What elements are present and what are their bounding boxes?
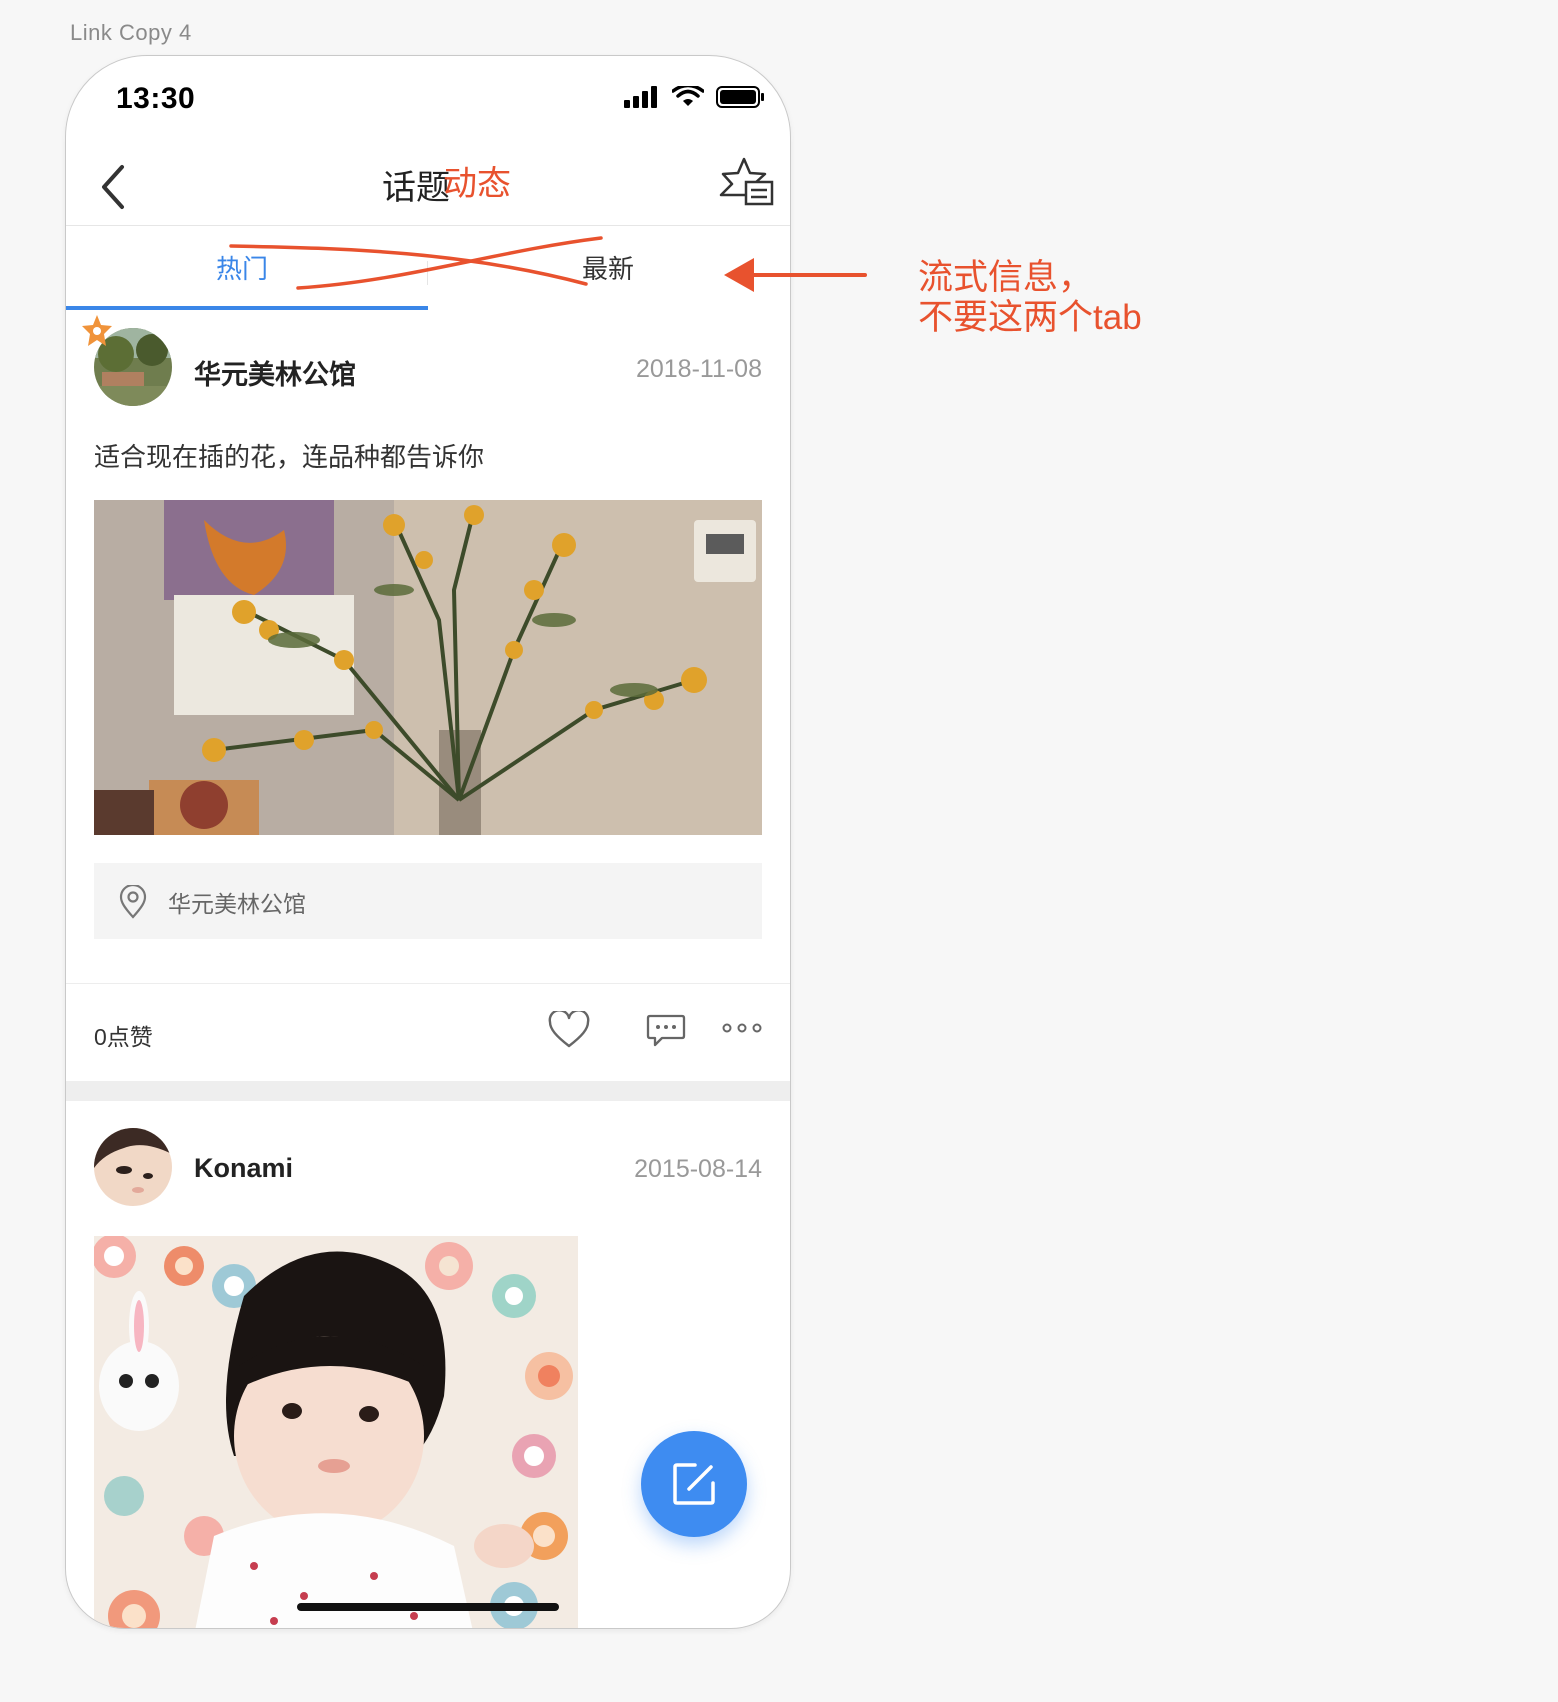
- annotation-arrow: [724, 258, 867, 292]
- heart-icon[interactable]: [548, 1011, 590, 1049]
- post-date: 2015-08-14: [634, 1155, 762, 1183]
- edit-icon: [673, 1463, 715, 1505]
- location-bar[interactable]: 华元美林公馆: [94, 863, 762, 939]
- annotation-note: 流式信息， 不要这两个tab: [918, 258, 1142, 338]
- page-title: 话题: [66, 160, 790, 209]
- status-time: 13:30: [116, 82, 196, 115]
- annotation-line1: 流式信息，: [918, 258, 1094, 297]
- likes-count: 0点赞: [94, 1024, 153, 1050]
- battery-icon: [716, 86, 764, 108]
- artboard-label: Link Copy 4: [70, 20, 192, 45]
- home-indicator: [297, 1603, 559, 1611]
- star-list-icon[interactable]: [718, 155, 776, 213]
- more-icon[interactable]: [722, 1022, 762, 1034]
- post-text: 适合现在插的花，连品种都告诉你: [94, 442, 485, 472]
- status-icons: [624, 86, 764, 108]
- phone-screen: 13:30 话题 动态 热门 最新 华元美林公馆 2018-11-08 适合现在…: [65, 55, 791, 1629]
- divider: [66, 983, 790, 984]
- location-pin-icon: [119, 885, 147, 919]
- comment-icon[interactable]: [646, 1012, 686, 1048]
- star-badge-icon: [82, 315, 112, 346]
- avatar[interactable]: [94, 1128, 172, 1206]
- signal-icon: [624, 86, 657, 108]
- compose-button[interactable]: [641, 1431, 747, 1537]
- post-username[interactable]: Konami: [194, 1153, 293, 1184]
- location-text: 华元美林公馆: [168, 891, 306, 917]
- post-divider-band: [66, 1081, 790, 1101]
- strike-through-mark: [229, 236, 603, 290]
- post-photo[interactable]: [94, 1236, 578, 1628]
- post-date: 2018-11-08: [635, 355, 762, 383]
- page-title-original: 话题: [382, 169, 450, 207]
- wifi-icon: [672, 86, 704, 106]
- post-photo[interactable]: [94, 500, 762, 835]
- page-title-annotation: 动态: [443, 165, 511, 203]
- post-username[interactable]: 华元美林公馆: [194, 353, 356, 392]
- annotation-line2: 不要这两个tab: [918, 298, 1142, 337]
